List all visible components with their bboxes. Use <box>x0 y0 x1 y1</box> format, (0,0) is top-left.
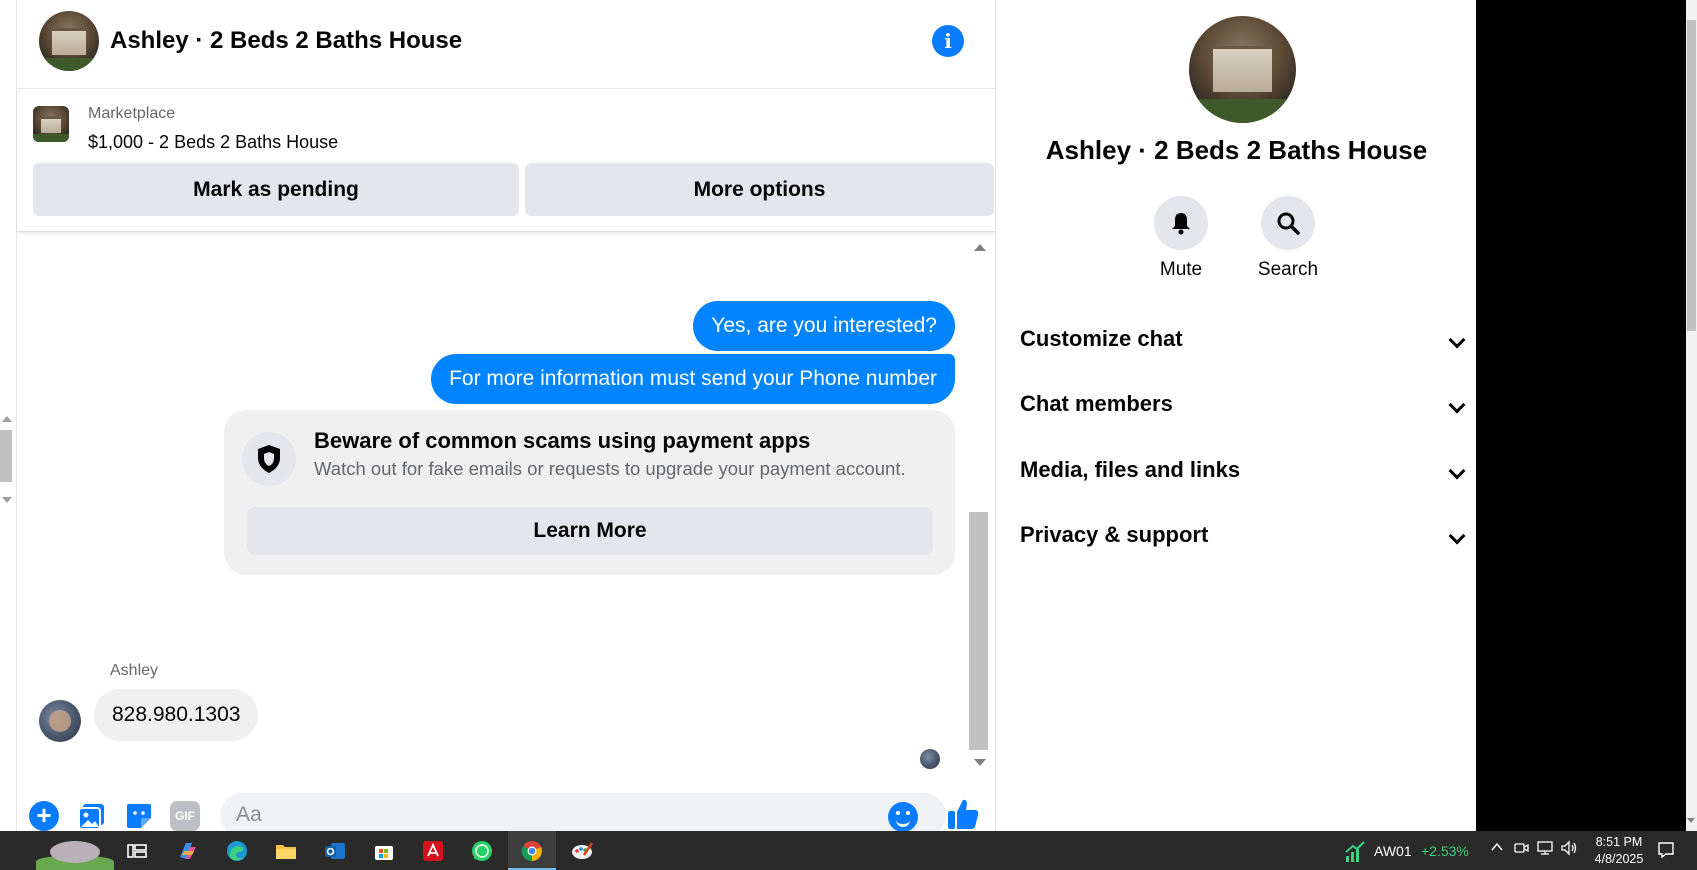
weather-widget-icon[interactable] <box>36 833 114 870</box>
mute-button[interactable]: Mute <box>1136 196 1226 281</box>
section-title: Privacy & support <box>1020 522 1209 547</box>
profile-name: Ashley · 2 Beds 2 Baths House <box>1045 135 1428 165</box>
microsoft-store-icon[interactable] <box>372 839 396 863</box>
gif-icon[interactable]: GIF <box>170 801 200 831</box>
paint-icon[interactable] <box>570 839 594 863</box>
search-label: Search <box>1257 259 1319 280</box>
outlook-icon[interactable] <box>323 839 347 863</box>
stock-change[interactable]: +2.53% <box>1421 843 1469 859</box>
message-list: Yes, are you interested? For more inform… <box>17 233 995 778</box>
read-receipt-avatar <box>920 749 940 769</box>
outgoing-message[interactable]: For more information must send your Phon… <box>431 354 955 404</box>
file-explorer-icon[interactable] <box>274 839 298 863</box>
volume-icon[interactable] <box>1560 840 1578 859</box>
chevron-down-icon <box>1448 462 1466 480</box>
windows-taskbar: AW01 +2.53% 8:51 PM 4/8/2025 <box>0 831 1697 870</box>
system-clock[interactable]: 8:51 PM 4/8/2025 <box>1584 834 1654 868</box>
bell-icon[interactable] <box>1154 196 1208 250</box>
chat-title[interactable]: Ashley · 2 Beds 2 Baths House <box>110 27 462 55</box>
shield-icon <box>242 432 296 486</box>
scroll-down-arrow[interactable] <box>1687 818 1695 823</box>
outgoing-message[interactable]: Yes, are you interested? <box>693 301 955 351</box>
search-button[interactable]: Search <box>1243 196 1333 281</box>
mute-label: Mute <box>1159 259 1203 280</box>
clock-date: 4/8/2025 <box>1594 852 1644 866</box>
whatsapp-icon[interactable] <box>470 839 494 863</box>
chevron-up-icon[interactable] <box>1490 840 1504 857</box>
more-options-button[interactable]: More options <box>525 163 994 216</box>
photo-icon[interactable] <box>77 801 107 831</box>
clock-time: 8:51 PM <box>1595 835 1643 849</box>
marketplace-banner: Marketplace $1,000 - 2 Beds 2 Baths Hous… <box>17 89 995 232</box>
chat-avatar[interactable] <box>39 11 99 71</box>
learn-more-button[interactable]: Learn More <box>247 507 933 555</box>
acrobat-icon[interactable] <box>421 839 445 863</box>
copilot-icon[interactable] <box>176 839 200 863</box>
customize-chat-section[interactable]: Customize chat <box>1020 314 1466 366</box>
section-title: Media, files and links <box>1020 457 1241 482</box>
stock-symbol[interactable]: AW01 <box>1374 843 1412 859</box>
conversation-info-panel: Ashley · 2 Beds 2 Baths House Mute Searc… <box>995 0 1476 831</box>
section-title: Customize chat <box>1020 326 1183 351</box>
privacy-support-section[interactable]: Privacy & support <box>1020 510 1466 562</box>
scam-warning-subtitle: Watch out for fake emails or requests to… <box>314 458 906 479</box>
scam-warning-title: Beware of common scams using payment app… <box>314 428 811 453</box>
page-scrollbar[interactable] <box>1686 0 1697 831</box>
stock-chart-icon[interactable] <box>1343 840 1367 864</box>
listing-title[interactable]: $1,000 - 2 Beds 2 Baths House <box>88 132 338 153</box>
scroll-down-arrow[interactable] <box>2 497 12 503</box>
notification-center-icon[interactable] <box>1656 840 1676 863</box>
scrollbar-thumb[interactable] <box>969 512 988 750</box>
chrome-icon[interactable] <box>520 839 544 863</box>
listing-thumbnail[interactable] <box>33 106 69 142</box>
search-icon[interactable] <box>1261 196 1315 250</box>
task-view-icon[interactable] <box>125 839 149 863</box>
chat-members-section[interactable]: Chat members <box>1020 379 1466 431</box>
chevron-down-icon <box>1448 396 1466 414</box>
scroll-up-arrow[interactable] <box>974 244 986 251</box>
chat-panel: Ashley · 2 Beds 2 Baths House i Marketpl… <box>17 0 995 837</box>
plus-icon[interactable]: + <box>29 801 59 831</box>
meet-now-icon[interactable] <box>1513 840 1529 859</box>
chevron-down-icon <box>1448 527 1466 545</box>
edge-browser-icon[interactable] <box>225 839 249 863</box>
scrollbar-thumb[interactable] <box>0 430 12 482</box>
chevron-down-icon <box>1448 331 1466 349</box>
emoji-icon[interactable] <box>888 802 918 832</box>
profile-avatar[interactable] <box>1189 16 1296 123</box>
incoming-message[interactable]: 828.980.1303 <box>94 689 259 741</box>
scrollbar-thumb[interactable] <box>1687 20 1696 331</box>
network-icon[interactable] <box>1536 840 1554 859</box>
thumbs-up-icon[interactable] <box>945 796 981 832</box>
scam-warning-card: Beware of common scams using payment app… <box>224 410 955 575</box>
left-edge-panel <box>0 0 17 831</box>
section-title: Chat members <box>1020 391 1173 416</box>
sticker-icon[interactable] <box>124 801 154 831</box>
empty-background <box>1476 0 1686 831</box>
scroll-up-arrow[interactable] <box>2 416 12 422</box>
marketplace-label: Marketplace <box>88 105 176 122</box>
sender-name: Ashley <box>110 662 159 679</box>
media-files-links-section[interactable]: Media, files and links <box>1020 445 1466 497</box>
info-icon[interactable]: i <box>932 25 964 57</box>
mark-as-pending-button[interactable]: Mark as pending <box>33 163 519 216</box>
sender-avatar[interactable] <box>39 700 81 742</box>
chat-header: Ashley · 2 Beds 2 Baths House i <box>17 0 995 89</box>
message-composer: + GIF <box>17 778 995 837</box>
scroll-down-arrow[interactable] <box>974 759 986 766</box>
